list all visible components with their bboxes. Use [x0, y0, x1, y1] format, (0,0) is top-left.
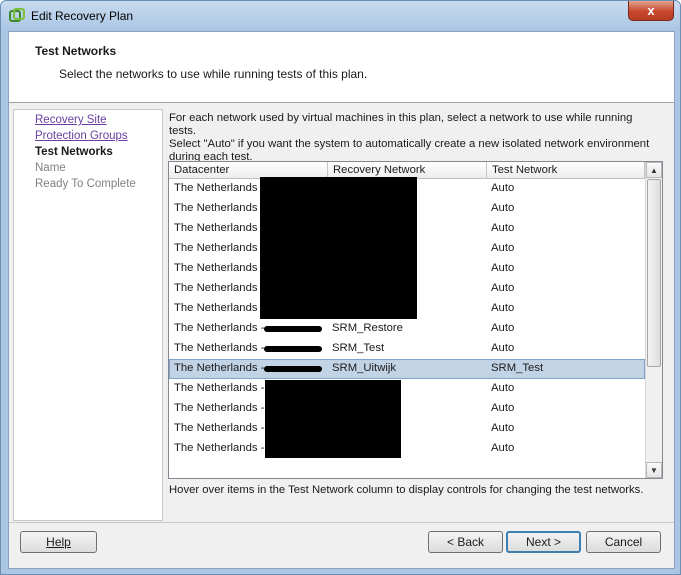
- network-mapping-table: Datacenter Recovery Network Test Network…: [168, 161, 663, 479]
- redaction-block: [265, 380, 401, 458]
- redaction-scribble: [264, 346, 322, 352]
- step-recovery-site[interactable]: Recovery Site: [35, 114, 107, 126]
- table-row[interactable]: The Netherlands - SRM_Test Auto: [169, 339, 645, 359]
- scroll-up-icon: ▲: [650, 165, 658, 175]
- back-button[interactable]: < Back: [428, 531, 503, 553]
- scrollbar-thumb[interactable]: [647, 179, 661, 367]
- datacenter-cell: The Netherlands -: [174, 442, 265, 454]
- recovery-network-cell: SRM_Test: [332, 342, 385, 354]
- scroll-up-button[interactable]: ▲: [646, 162, 662, 178]
- next-button-label: Next >: [525, 535, 561, 549]
- test-network-cell[interactable]: Auto: [491, 302, 514, 314]
- table-row[interactable]: The Netherlands - Auto: [169, 399, 645, 419]
- test-network-cell[interactable]: Auto: [491, 382, 514, 394]
- test-network-cell[interactable]: Auto: [491, 322, 514, 334]
- step-name: Name: [35, 162, 66, 174]
- datacenter-cell: The Netherlands: [174, 262, 258, 274]
- datacenter-cell: The Netherlands: [174, 182, 258, 194]
- close-button[interactable]: x: [628, 1, 674, 21]
- test-network-cell[interactable]: Auto: [491, 202, 514, 214]
- window-title: Edit Recovery Plan: [31, 9, 134, 23]
- column-header-recovery-network[interactable]: Recovery Network: [328, 162, 487, 178]
- recovery-network-cell: SRM_Uitwijk: [332, 362, 397, 374]
- title-bar: Edit Recovery Plan x: [1, 1, 680, 31]
- datacenter-cell: The Netherlands -: [174, 402, 265, 414]
- test-network-cell[interactable]: Auto: [491, 222, 514, 234]
- page-subtitle: Select the networks to use while running…: [59, 67, 368, 81]
- datacenter-cell: The Netherlands -: [174, 362, 265, 374]
- table-row[interactable]: The Netherlands - Auto: [169, 419, 645, 439]
- datacenter-cell: The Netherlands -: [174, 422, 265, 434]
- datacenter-cell: The Netherlands: [174, 242, 258, 254]
- test-network-cell[interactable]: Auto: [491, 262, 514, 274]
- vertical-scrollbar[interactable]: ▲ ▼: [645, 162, 662, 478]
- test-network-cell[interactable]: Auto: [491, 282, 514, 294]
- next-button[interactable]: Next >: [506, 531, 581, 553]
- wizard-steps: Recovery Site Protection Groups Test Net…: [13, 109, 163, 521]
- wizard-header: Test Networks Select the networks to use…: [9, 32, 674, 103]
- column-header-datacenter[interactable]: Datacenter: [169, 162, 328, 178]
- datacenter-cell: The Netherlands: [174, 222, 258, 234]
- test-network-cell[interactable]: SRM_Test: [491, 362, 543, 374]
- datacenter-cell: The Netherlands -: [174, 322, 265, 334]
- instructions: For each network used by virtual machine…: [169, 112, 659, 164]
- redaction-scribble: [264, 366, 322, 372]
- back-button-label: < Back: [446, 535, 485, 549]
- test-network-cell[interactable]: Auto: [491, 242, 514, 254]
- help-button[interactable]: Help: [20, 531, 97, 553]
- test-network-cell[interactable]: Auto: [491, 402, 514, 414]
- datacenter-cell: The Netherlands -: [174, 382, 265, 394]
- datacenter-cell: The Netherlands: [174, 202, 258, 214]
- instructions-line-1: For each network used by virtual machine…: [169, 112, 633, 137]
- test-network-cell[interactable]: Auto: [491, 422, 514, 434]
- step-ready-to-complete: Ready To Complete: [35, 178, 136, 190]
- footer-divider: [9, 522, 674, 523]
- cancel-button[interactable]: Cancel: [586, 531, 661, 553]
- table-row[interactable]: The Netherlands - Auto: [169, 439, 645, 459]
- main-content: For each network used by virtual machine…: [161, 109, 671, 519]
- close-icon: x: [647, 3, 655, 18]
- recovery-network-cell: SRM_Restore: [332, 322, 403, 334]
- step-protection-groups[interactable]: Protection Groups: [35, 130, 128, 142]
- vsphere-icon: [9, 8, 25, 22]
- table-row-selected[interactable]: The Netherlands - SRM_Uitwijk SRM_Test: [169, 359, 645, 379]
- help-button-label: Help: [46, 535, 71, 549]
- scroll-down-icon: ▼: [650, 465, 658, 475]
- cancel-button-label: Cancel: [604, 535, 643, 549]
- scroll-down-button[interactable]: ▼: [646, 462, 662, 478]
- column-header-test-network[interactable]: Test Network: [487, 162, 645, 178]
- datacenter-cell: The Netherlands -: [174, 342, 265, 354]
- datacenter-cell: The Netherlands: [174, 302, 258, 314]
- test-network-cell[interactable]: Auto: [491, 342, 514, 354]
- table-row[interactable]: The Netherlands - SRM_Restore Auto: [169, 319, 645, 339]
- table-row[interactable]: The Netherlands - Auto: [169, 379, 645, 399]
- test-network-cell[interactable]: Auto: [491, 182, 514, 194]
- instructions-line-2: Select "Auto" if you want the system to …: [169, 138, 650, 150]
- step-test-networks: Test Networks: [35, 146, 113, 158]
- redaction-block: [260, 177, 417, 319]
- dialog-client: Test Networks Select the networks to use…: [8, 31, 675, 569]
- edit-recovery-plan-window: Edit Recovery Plan x Test Networks Selec…: [0, 0, 681, 575]
- datacenter-cell: The Netherlands: [174, 282, 258, 294]
- redaction-scribble: [264, 326, 322, 332]
- page-title: Test Networks: [35, 44, 117, 58]
- test-network-cell[interactable]: Auto: [491, 442, 514, 454]
- hover-hint: Hover over items in the Test Network col…: [169, 484, 644, 496]
